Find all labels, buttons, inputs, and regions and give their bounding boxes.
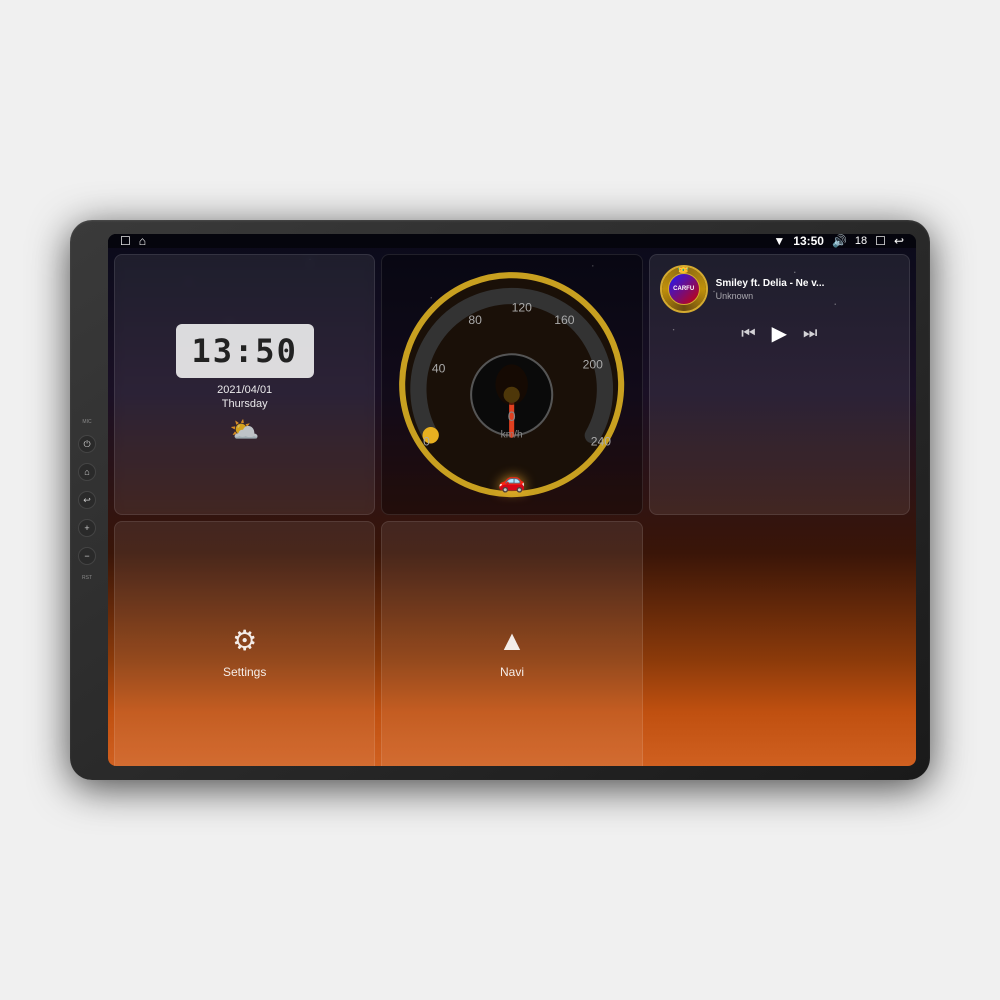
svg-text:0: 0	[508, 409, 516, 425]
svg-text:km/h: km/h	[501, 429, 523, 440]
svg-text:200: 200	[583, 357, 604, 371]
clock-date: 2021/04/01	[217, 384, 272, 396]
svg-text:80: 80	[469, 313, 483, 327]
svg-text:120: 120	[512, 301, 533, 315]
rst-label: RST	[82, 575, 92, 581]
mic-label: MIC	[82, 419, 91, 425]
status-bar-left: ☐ ⌂	[120, 234, 146, 248]
window-icon: ☐	[120, 234, 131, 248]
navi-label: Navi	[500, 665, 524, 679]
music-logo: CARFU	[668, 273, 700, 305]
settings-label: Settings	[223, 665, 266, 679]
screen: ☐ ⌂ ▼ 13:50 🔊 18 ☐ ↩ 13:50	[108, 234, 916, 766]
settings-icon: ⚙	[232, 624, 257, 657]
side-buttons: MIC ⏻ ⌂ ↩ + − RST	[78, 419, 96, 581]
logo-text: CARFU	[673, 286, 694, 292]
svg-text:160: 160	[555, 313, 576, 327]
power-button[interactable]: ⏻	[78, 435, 96, 453]
wifi-icon: ▼	[773, 234, 785, 248]
volume-status-icon: 🔊	[832, 234, 847, 248]
main-content: 13:50 2021/04/01 Thursday ⛅	[108, 248, 916, 766]
back-status-icon: ↩	[894, 234, 904, 248]
volume-level: 18	[855, 235, 867, 247]
status-bar: ☐ ⌂ ▼ 13:50 🔊 18 ☐ ↩	[108, 234, 916, 248]
volume-up-button[interactable]: +	[78, 519, 96, 537]
music-artist: Unknown	[716, 291, 899, 301]
back-button[interactable]: ↩	[78, 491, 96, 509]
recent-apps-icon: ☐	[875, 234, 886, 248]
status-time: 13:50	[793, 234, 824, 248]
clock-time: 13:50	[192, 332, 298, 370]
crown-icon: 👑	[677, 265, 689, 274]
next-button[interactable]: ⏭	[803, 325, 817, 343]
svg-text:40: 40	[432, 361, 446, 375]
status-bar-right: ▼ 13:50 🔊 18 ☐ ↩	[773, 234, 904, 248]
music-title: Smiley ft. Delia - Ne v...	[716, 278, 899, 289]
volume-down-button[interactable]: −	[78, 547, 96, 565]
clock-widget: 13:50 2021/04/01 Thursday ⛅	[114, 254, 375, 515]
clock-display: 13:50	[176, 324, 314, 378]
prev-button[interactable]: ⏮	[741, 325, 755, 343]
navi-icon: ▲	[498, 625, 526, 657]
music-controls: ⏮ ▶ ⏭	[660, 321, 899, 346]
music-widget[interactable]: CARFU 👑 Smiley ft. Delia - Ne v... Unkno…	[649, 254, 910, 515]
clock-day: Thursday	[222, 398, 268, 410]
weather-icon: ⛅	[230, 416, 260, 445]
home-button[interactable]: ⌂	[78, 463, 96, 481]
music-top: CARFU 👑 Smiley ft. Delia - Ne v... Unkno…	[660, 265, 899, 313]
svg-text:240: 240	[591, 434, 612, 448]
settings-widget[interactable]: ⚙ Settings	[114, 521, 375, 766]
svg-text:0: 0	[423, 434, 430, 448]
music-album: CARFU 👑	[660, 265, 708, 313]
car-icon: 🚗	[498, 468, 525, 494]
car-head-unit: MIC ⏻ ⌂ ↩ + − RST ☐ ⌂ ▼ 13:50 🔊 18 ☐ ↩	[70, 220, 930, 780]
home-status-icon: ⌂	[139, 234, 146, 248]
navi-widget[interactable]: ▲ Navi	[381, 521, 642, 766]
screen-bezel: ☐ ⌂ ▼ 13:50 🔊 18 ☐ ↩ 13:50	[108, 234, 916, 766]
speed-widget: 0 40 80 120 160 200 240 0	[381, 254, 642, 515]
music-info: Smiley ft. Delia - Ne v... Unknown	[716, 278, 899, 301]
play-button[interactable]: ▶	[772, 321, 787, 346]
